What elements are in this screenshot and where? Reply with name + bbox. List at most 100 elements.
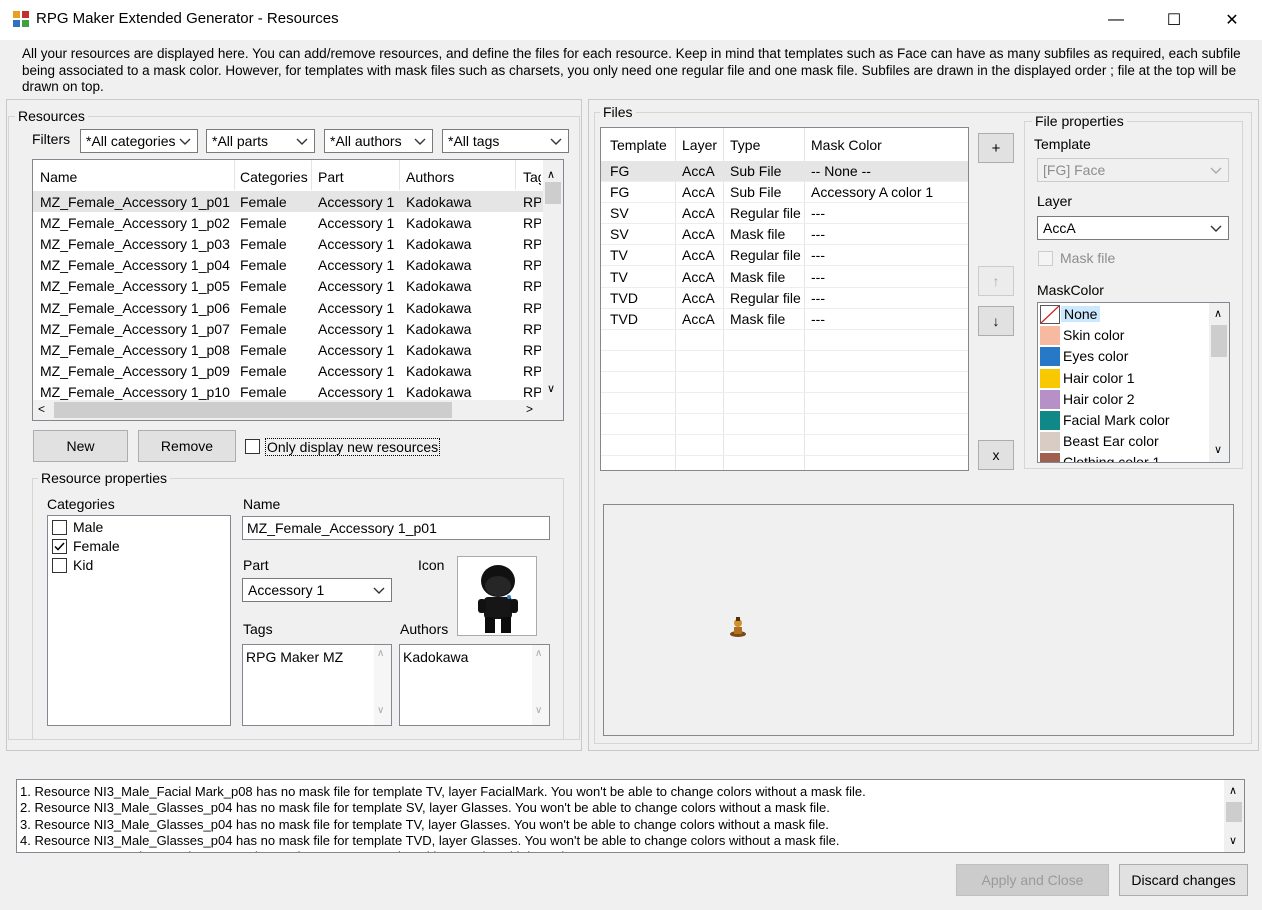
table-cell: RP <box>523 236 541 253</box>
part-filter[interactable]: *All parts <box>206 129 315 153</box>
mask-color-item[interactable]: Skin color <box>1063 327 1124 343</box>
mask-color-item[interactable]: Hair color 1 <box>1063 370 1135 386</box>
column-header-mask-color[interactable]: Mask Color <box>811 137 882 153</box>
authors-scrollbar[interactable]: ∧ ∨ <box>532 645 549 725</box>
file-cell: AccA <box>682 163 715 179</box>
warnings-log[interactable]: 1. Resource NI3_Male_Facial Mark_p08 has… <box>16 779 1245 853</box>
chevron-down-icon <box>550 138 562 145</box>
scroll-down-icon[interactable]: ∨ <box>547 382 555 395</box>
minimize-button[interactable]: — <box>1087 0 1145 40</box>
hscroll-thumb[interactable] <box>54 402 452 418</box>
category-filter[interactable]: *All categories <box>80 129 198 153</box>
categories-list[interactable]: Male Female Kid <box>47 515 231 726</box>
name-label: Name <box>243 496 281 512</box>
table-cell: RP <box>523 362 541 379</box>
column-header-name[interactable]: Name <box>40 169 77 185</box>
scroll-down-icon[interactable]: ∨ <box>1229 834 1237 847</box>
mask-color-item[interactable]: None <box>1061 306 1101 322</box>
file-row[interactable]: TVD AccA Mask file --- <box>601 311 968 331</box>
file-row[interactable]: TV AccA Mask file --- <box>601 269 968 289</box>
column-header-tags[interactable]: Tags <box>523 169 541 185</box>
tag-filter[interactable]: *All tags <box>442 129 569 153</box>
new-resource-button[interactable]: New <box>33 430 128 462</box>
horizontal-scrollbar[interactable]: < > <box>33 400 563 420</box>
column-header-type[interactable]: Type <box>730 137 760 153</box>
table-cell: Kadokawa <box>406 320 472 337</box>
maximize-button[interactable]: ☐ <box>1145 0 1203 40</box>
scroll-up-icon[interactable]: ∧ <box>1214 307 1222 320</box>
scroll-left-icon[interactable]: < <box>38 402 45 416</box>
column-header-template[interactable]: Template <box>610 137 667 153</box>
table-row[interactable]: MZ_Female_Accessory 1_p04 Female Accessory… <box>33 257 543 277</box>
category-checkbox[interactable] <box>52 520 67 535</box>
table-row[interactable]: MZ_Female_Accessory 1_p03 Female Accessory… <box>33 236 543 256</box>
tags-scrollbar[interactable]: ∧ ∨ <box>374 645 391 725</box>
scroll-right-icon[interactable]: > <box>526 402 533 416</box>
scroll-up-icon[interactable]: ∧ <box>1229 784 1237 797</box>
apply-close-button[interactable]: Apply and Close <box>956 864 1109 896</box>
mask-color-item[interactable]: Facial Mark color <box>1063 412 1170 428</box>
mask-color-scrollbar[interactable]: ∧ ∨ <box>1209 303 1229 462</box>
mask-file-checkbox[interactable] <box>1038 251 1053 266</box>
file-row[interactable]: FG AccA Sub File Accessory A color 1 <box>601 184 968 204</box>
table-cell: RP <box>523 257 541 274</box>
category-checkbox[interactable] <box>52 539 67 554</box>
scroll-down-icon[interactable]: ∨ <box>1214 443 1222 456</box>
column-header-part[interactable]: Part <box>318 169 344 185</box>
mask-color-item[interactable]: Clothing color 1 <box>1063 454 1160 462</box>
template-select[interactable]: [FG] Face <box>1037 158 1229 182</box>
column-header-categories[interactable]: Categories <box>240 169 308 185</box>
table-row[interactable]: MZ_Female_Accessory 1_p07 Female Accessory… <box>33 321 543 341</box>
table-cell: Accessory 1 <box>318 383 395 400</box>
category-checkbox[interactable] <box>52 558 67 573</box>
mask-color-item[interactable]: Hair color 2 <box>1063 391 1135 407</box>
close-button[interactable]: ✕ <box>1203 0 1261 40</box>
table-row[interactable]: MZ_Female_Accessory 1_p08 Female Accessory… <box>33 342 543 362</box>
layer-select[interactable]: AccA <box>1037 216 1229 240</box>
scroll-thumb[interactable] <box>545 182 561 204</box>
mask-color-item[interactable]: Eyes color <box>1063 348 1128 364</box>
vertical-scrollbar[interactable]: ∨ ∧ <box>543 160 563 400</box>
file-row[interactable]: SV AccA Mask file --- <box>601 226 968 246</box>
filters-label: Filters <box>32 131 71 147</box>
files-list[interactable]: Template Layer Type Mask Color FG AccA Sub… <box>600 127 969 471</box>
column-header-layer[interactable]: Layer <box>682 137 717 153</box>
file-cell: AccA <box>682 226 715 243</box>
log-line: 4. Resource NI3_Male_Glasses_p04 has no … <box>20 832 840 848</box>
table-row[interactable]: MZ_Female_Accessory 1_p05 Female Accessory… <box>33 278 543 298</box>
table-cell: Accessory 1 <box>318 236 395 253</box>
file-cell: AccA <box>682 289 715 306</box>
mask-color-list[interactable]: None Skin color Eyes color Hair color 1 Hair… <box>1037 302 1230 463</box>
add-file-button[interactable]: + <box>978 133 1014 163</box>
discard-changes-button[interactable]: Discard changes <box>1119 864 1248 896</box>
part-select[interactable]: Accessory 1 <box>242 578 392 602</box>
name-input[interactable]: MZ_Female_Accessory 1_p01 <box>242 516 550 540</box>
table-cell: RP <box>523 299 541 316</box>
scroll-thumb[interactable] <box>1226 802 1242 822</box>
log-scrollbar[interactable]: ∧ ∨ <box>1224 780 1244 852</box>
table-row[interactable]: MZ_Female_Accessory 1_p02 Female Accessory… <box>33 215 543 235</box>
file-row[interactable]: TV AccA Regular file --- <box>601 247 968 267</box>
resource-list[interactable]: Name Categories Part Authors Tags MZ_Fem… <box>32 159 564 421</box>
move-down-button[interactable]: ↓ <box>978 306 1014 336</box>
only-new-label[interactable]: Only display new resources <box>265 438 441 456</box>
file-cell: Sub File <box>730 184 782 201</box>
move-up-button[interactable]: ↑ <box>978 266 1014 296</box>
file-row[interactable]: TVD AccA Regular file --- <box>601 290 968 310</box>
file-preview <box>603 504 1234 736</box>
mask-color-item[interactable]: Beast Ear color <box>1063 433 1159 449</box>
table-row[interactable]: MZ_Female_Accessory 1_p06 Female Accessory… <box>33 300 543 320</box>
table-row[interactable]: MZ_Female_Accessory 1_p09 Female Accessory… <box>33 363 543 383</box>
tags-textarea[interactable]: RPG Maker MZ ∧ ∨ <box>242 644 392 726</box>
column-header-authors[interactable]: Authors <box>406 169 454 185</box>
authors-textarea[interactable]: Kadokawa ∧ ∨ <box>399 644 550 726</box>
scroll-up-icon[interactable]: ∧ <box>547 168 555 181</box>
file-row[interactable]: FG AccA Sub File -- None -- <box>601 163 968 183</box>
author-filter[interactable]: *All authors <box>324 129 433 153</box>
remove-resource-button[interactable]: Remove <box>138 430 236 462</box>
only-new-checkbox[interactable] <box>245 439 260 454</box>
remove-file-button[interactable]: x <box>978 440 1014 470</box>
scroll-thumb[interactable] <box>1211 325 1227 357</box>
table-row[interactable]: MZ_Female_Accessory 1_p01 Female Accessory… <box>33 194 543 214</box>
file-row[interactable]: SV AccA Regular file --- <box>601 205 968 225</box>
